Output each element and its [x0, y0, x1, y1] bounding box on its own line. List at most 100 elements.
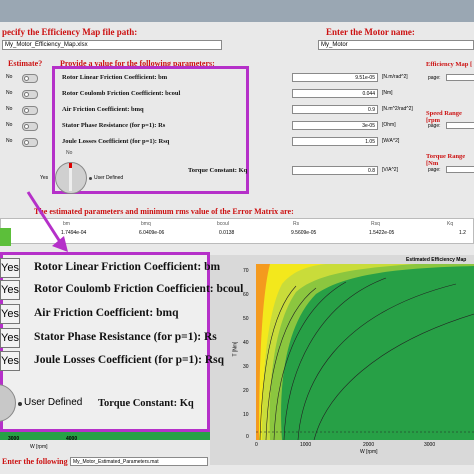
param-name: Stator Phase Resistance (for p=1): Rs: [62, 122, 166, 129]
x-tick: 0: [255, 442, 258, 448]
param-toggle[interactable]: [22, 106, 38, 115]
zoom-yes-button[interactable]: Yes: [0, 258, 20, 278]
results-header: The estimated parameters and minimum rms…: [34, 207, 294, 216]
param-row: No Air Friction Coefficient: bmq 0.9 [N.…: [0, 103, 474, 119]
page-input-3[interactable]: [446, 166, 474, 173]
results-value: 9.5609e-05: [291, 230, 317, 236]
motor-name-input[interactable]: My_Motor: [318, 40, 474, 50]
zoom-param-label: Stator Phase Resistance (for p=1): Rs: [34, 331, 217, 343]
y-tick: 30: [243, 364, 249, 370]
zoom-param-label: Rotor Coulomb Friction Coefficient: bcou…: [34, 283, 244, 295]
param-name: Joule Losses Coefficient (for p=1): Rsq: [62, 138, 170, 145]
efficiency-map-range-label: Efficiency Map [: [426, 61, 473, 68]
x-tick: 2000: [363, 442, 375, 448]
param-toggle[interactable]: [22, 122, 38, 131]
param-toggle-label: No: [6, 90, 13, 96]
x-tick: 3000: [424, 442, 436, 448]
param-toggle[interactable]: [22, 74, 38, 83]
y-tick: 70: [243, 268, 249, 274]
y-tick: 60: [243, 292, 249, 298]
plot-title: Estimated Efficiency Map: [406, 257, 467, 263]
param-value-input[interactable]: 9.51e-05: [292, 73, 378, 82]
param-unit: [Ohm]: [382, 122, 396, 128]
torque-range-label: Torque Range [Nm: [426, 153, 466, 167]
zoom-yes-button[interactable]: Yes: [0, 304, 20, 324]
page-input-1[interactable]: [446, 74, 474, 81]
results-value: 1.2: [459, 230, 466, 236]
efficiency-path-input[interactable]: My_Motor_Efficiency_Map.xlsx: [2, 40, 222, 50]
results-col-header: Kq: [447, 221, 454, 227]
results-value: 0.0138: [219, 230, 235, 236]
param-value-input[interactable]: 0.9: [292, 105, 378, 114]
radio-dot: [89, 177, 92, 180]
param-value-input[interactable]: 0.044: [292, 89, 378, 98]
param-toggle[interactable]: [22, 138, 38, 147]
zoom-yes-button[interactable]: Yes: [0, 351, 20, 371]
efficiency-path-label: pecify the Efficiency Map file path:: [2, 27, 138, 37]
results-value: 6.0409e-06: [139, 230, 165, 236]
arrow-icon: [26, 191, 68, 252]
radio-dot: [18, 402, 22, 406]
efficiency-map-chart: [256, 264, 474, 441]
page-label-2: page:: [428, 123, 441, 129]
page-input-2[interactable]: [446, 122, 474, 129]
torque-constant-unit: [V/A^2]: [382, 167, 398, 173]
zoom-torque-label: Torque Constant: Kq: [98, 398, 194, 409]
zoom-yes-button[interactable]: Yes: [0, 280, 20, 300]
param-name: Rotor Coulomb Friction Coefficient: bcou…: [62, 90, 181, 97]
results-col-header: bcoul: [217, 221, 229, 227]
y-tick: 0: [246, 434, 249, 440]
param-toggle-label: No: [6, 74, 13, 80]
y-tick: 10: [243, 412, 249, 418]
results-value: 1.5422e-05: [369, 230, 395, 236]
param-value-input[interactable]: 1.05: [292, 137, 378, 146]
page-label-1: page:: [428, 75, 441, 81]
results-col-header: Rsq: [371, 221, 380, 227]
zoom-param-label: Rotor Linear Friction Coefficient: bm: [34, 261, 221, 273]
param-row: No Joule Losses Coefficient (for p=1): R…: [0, 135, 474, 151]
torque-constant-input[interactable]: 0.8: [292, 166, 378, 175]
status-indicator: [0, 228, 11, 246]
zoom-param-label: Air Friction Coefficient: bmq: [34, 307, 179, 319]
param-unit: [Nm]: [382, 90, 393, 96]
efficiency-map-svg: [256, 264, 474, 441]
results-col-header: bmq: [141, 221, 151, 227]
motor-name-label: Enter the Motor name:: [326, 27, 415, 37]
param-toggle-label: No: [6, 122, 13, 128]
footer-file-input[interactable]: My_Motor_Estimated_Parameters.mat: [70, 457, 208, 466]
left-plot-tick: 3000: [8, 436, 20, 442]
y-tick: 20: [243, 388, 249, 394]
estimate-header: Estimate?: [8, 59, 43, 68]
param-name: Air Friction Coefficient: bmq: [62, 106, 144, 113]
param-row: No Rotor Coulomb Friction Coefficient: b…: [0, 87, 474, 103]
knob-left-label: Yes: [40, 175, 49, 181]
param-row: No Rotor Linear Friction Coefficient: bm…: [0, 71, 474, 87]
left-plot-tick: 4000: [66, 436, 78, 442]
zoom-yes-button[interactable]: Yes: [0, 328, 20, 348]
param-value-input[interactable]: 3e-05: [292, 121, 378, 130]
zoom-user-defined-label: User Defined: [24, 397, 83, 408]
param-toggle[interactable]: [22, 90, 38, 99]
knob-right-label: User Defined: [94, 175, 124, 181]
x-axis-label: W [rpm]: [360, 449, 378, 455]
knob-top-label: No: [66, 150, 73, 156]
param-unit: [W/A^2]: [382, 138, 400, 144]
param-name: Rotor Linear Friction Coefficient: bm: [62, 74, 168, 81]
param-row: No Stator Phase Resistance (for p=1): Rs…: [0, 119, 474, 135]
torque-constant-label: Torque Constant: Kq: [188, 167, 248, 174]
param-unit: [N.m^2/rad^2]: [382, 106, 413, 112]
left-plot-xlabel: W [rpm]: [30, 444, 48, 450]
y-axis-label: T [Nm]: [232, 341, 239, 357]
param-unit: [N.m/rad^2]: [382, 74, 408, 80]
y-tick: 40: [243, 340, 249, 346]
param-toggle-label: No: [6, 106, 13, 112]
y-tick: 50: [243, 316, 249, 322]
param-toggle-label: No: [6, 138, 13, 144]
page-label-3: page:: [428, 167, 441, 173]
zoom-param-label: Joule Losses Coefficient (for p=1): Rsq: [34, 354, 225, 366]
window-top-bar: [0, 0, 474, 22]
x-tick: 1000: [300, 442, 312, 448]
results-col-header: Rs: [293, 221, 300, 227]
zoom-rows: Yes Rotor Linear Friction Coefficient: b…: [0, 258, 243, 388]
results-table: bm bmq bcoul Rs Rsq Kq 1.7494e-04 6.0409…: [0, 218, 474, 244]
